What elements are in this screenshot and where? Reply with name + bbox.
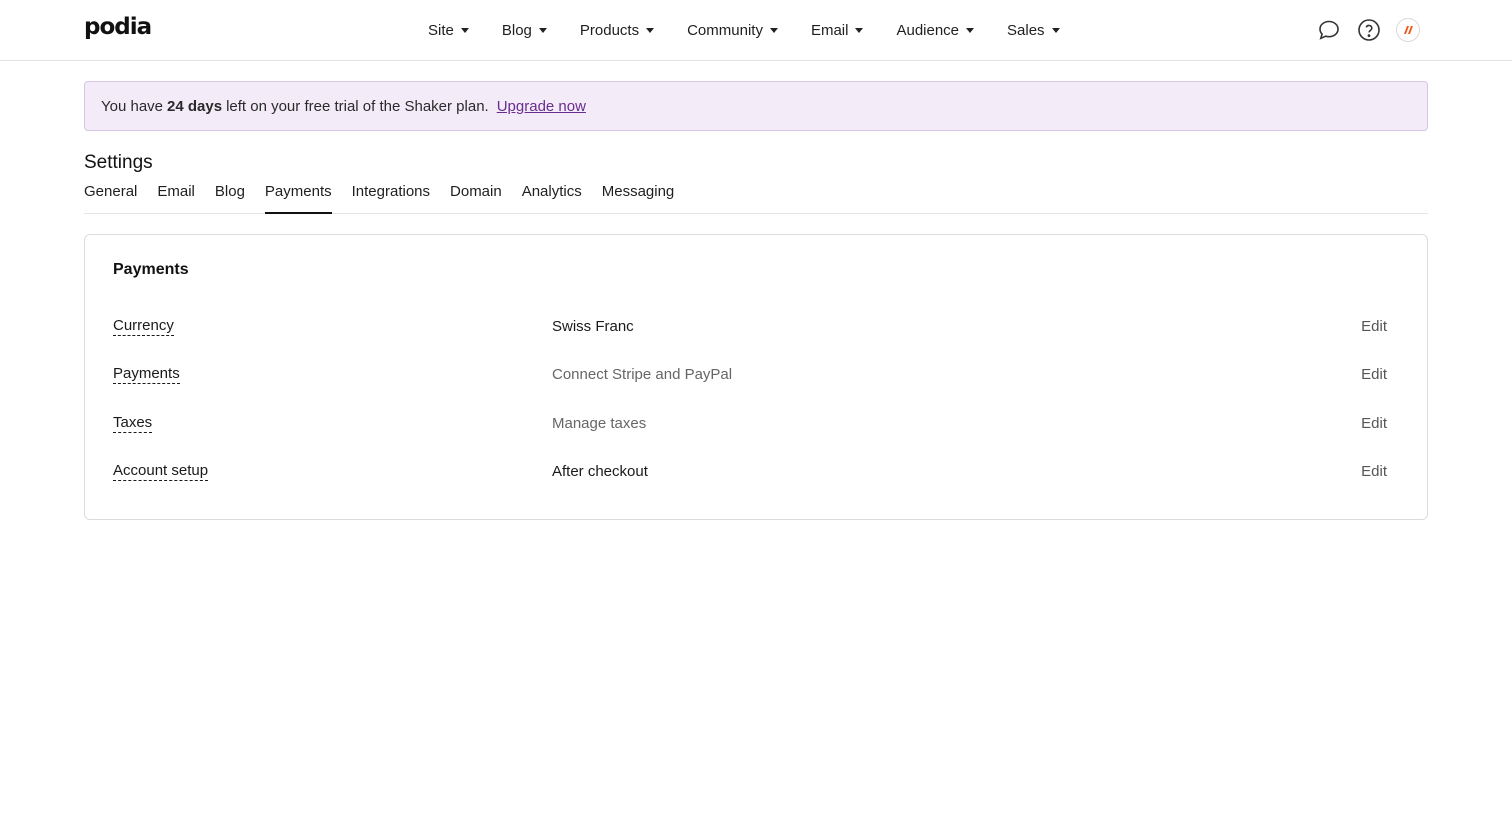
help-icon[interactable] <box>1356 17 1382 43</box>
currency-value: Swiss Franc <box>552 318 634 335</box>
nav-audience[interactable]: Audience <box>896 21 975 39</box>
tab-payments[interactable]: Payments <box>264 182 332 214</box>
trial-banner: You have 24 days left on your free trial… <box>84 81 1428 131</box>
nav-email[interactable]: Email <box>811 22 864 39</box>
banner-days: 24 days <box>167 97 223 115</box>
settings-row-payments: Payments Connect Stripe and PayPal Edit <box>113 364 1401 394</box>
header-actions <box>1302 17 1420 43</box>
currency-label[interactable]: Currency <box>113 316 174 336</box>
nav-blog-label: Blog <box>501 21 532 39</box>
payments-value: Connect Stripe and PayPal <box>552 366 733 383</box>
nav-blog[interactable]: Blog <box>502 22 547 39</box>
tab-integrations[interactable]: Integrations <box>352 182 430 214</box>
tab-analytics[interactable]: Analytics <box>522 182 582 214</box>
caret-down-icon <box>538 28 547 33</box>
edit-payments-button[interactable]: Edit <box>1361 366 1387 383</box>
caret-down-icon <box>966 28 975 33</box>
nav-community-label: Community <box>687 21 763 39</box>
nav-products-label: Products <box>579 21 640 39</box>
tab-email[interactable]: Email <box>157 182 195 214</box>
payments-card: Payments Currency Swiss Franc Edit Payme… <box>84 234 1428 520</box>
card-title: Payments <box>113 261 189 278</box>
settings-row-currency: Currency Swiss Franc Edit <box>113 316 1401 346</box>
tab-messaging[interactable]: Messaging <box>602 182 675 214</box>
page-title: Settings <box>84 152 153 173</box>
nav-site[interactable]: Site <box>428 22 469 39</box>
caret-down-icon <box>646 28 655 33</box>
settings-row-taxes: Taxes Manage taxes Edit <box>113 413 1401 443</box>
brand-mark-icon <box>1404 26 1413 34</box>
caret-down-icon <box>460 28 469 33</box>
account-setup-value: After checkout <box>552 463 648 480</box>
tab-domain[interactable]: Domain <box>450 182 502 214</box>
edit-account-setup-button[interactable]: Edit <box>1361 463 1387 480</box>
caret-down-icon <box>855 28 864 33</box>
banner-text-after: left on your free trial of the Shaker pl… <box>226 97 489 115</box>
settings-row-account-setup: Account setup After checkout Edit <box>113 461 1401 491</box>
tab-blog[interactable]: Blog <box>215 182 245 214</box>
nav-products[interactable]: Products <box>579 21 655 39</box>
chat-icon[interactable] <box>1316 17 1342 43</box>
nav-sales-label: Sales <box>1007 21 1045 39</box>
main-nav: Site Blog Products Community Email Audie… <box>428 0 1093 60</box>
caret-down-icon <box>1051 28 1060 33</box>
account-setup-label[interactable]: Account setup <box>113 461 209 481</box>
upgrade-link[interactable]: Upgrade now <box>497 98 586 115</box>
nav-sales[interactable]: Sales <box>1007 22 1060 39</box>
settings-tabs: General Email Blog Payments Integrations… <box>84 182 1428 214</box>
edit-taxes-button[interactable]: Edit <box>1361 415 1387 432</box>
nav-community[interactable]: Community <box>687 22 778 39</box>
payments-label[interactable]: Payments <box>113 364 180 384</box>
avatar[interactable] <box>1396 18 1420 42</box>
edit-currency-button[interactable]: Edit <box>1361 318 1387 335</box>
taxes-value: Manage taxes <box>552 415 647 432</box>
banner-text-before: You have <box>101 97 164 115</box>
nav-audience-label: Audience <box>896 21 960 39</box>
nav-email-label: Email <box>810 21 849 39</box>
nav-site-label: Site <box>428 21 454 39</box>
caret-down-icon <box>769 28 778 33</box>
taxes-label[interactable]: Taxes <box>113 413 153 433</box>
top-navbar: podia Site Blog Products Community Email… <box>0 0 1512 61</box>
tab-general[interactable]: General <box>84 182 137 214</box>
podia-logo[interactable]: podia <box>84 14 152 40</box>
